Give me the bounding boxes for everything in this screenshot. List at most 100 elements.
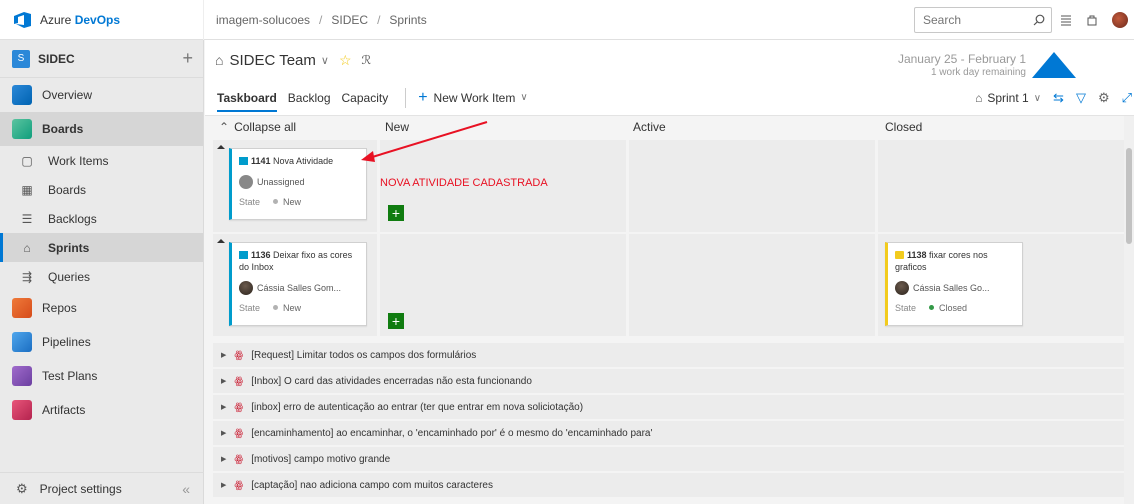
collapsed-lane-row[interactable]: ▶ ꙮ [inbox] erro de autenticação ao entrar… — [213, 395, 1127, 419]
card-state[interactable]: State Closed — [895, 303, 1015, 313]
sprint-icon: ⌂ — [215, 52, 224, 68]
favorite-star-icon[interactable]: ☆ — [339, 52, 352, 69]
sidebar-item-label: Work Items — [48, 153, 109, 168]
breadcrumb-project[interactable]: SIDEC — [331, 13, 368, 27]
search-icon[interactable] — [1033, 14, 1045, 26]
card-assignee[interactable]: Cássia Salles Go... — [895, 281, 1015, 295]
pipelines-icon — [12, 332, 32, 352]
work-item-card-1138[interactable]: 1138 fixar cores nos graficos Cássia Sal… — [885, 242, 1023, 326]
sidebar-item-label: Boards — [48, 182, 87, 197]
sidebar-item-sprints[interactable]: ⌂ Sprints — [0, 233, 203, 262]
sidebar-item-backlogs[interactable]: ☰ Backlogs — [0, 204, 203, 233]
project-badge: S — [12, 49, 30, 68]
column-header-closed: Closed — [885, 120, 923, 134]
collapsed-lane-row[interactable]: ▶ ꙮ [Request] Limitar todos os campos dos … — [213, 343, 1127, 367]
brand[interactable]: Azure DevOps — [0, 0, 204, 40]
list-icon[interactable] — [1060, 14, 1072, 26]
sidebar-item-boards-sub[interactable]: ▦ Boards — [0, 175, 203, 204]
search-input[interactable] — [923, 12, 1023, 27]
azure-devops-logo-icon — [14, 11, 31, 28]
tab-capacity[interactable]: Capacity — [342, 80, 389, 116]
add-task-button[interactable]: + — [388, 205, 404, 221]
sidebar-item-queries[interactable]: ⇶ Queries — [0, 262, 203, 291]
artifacts-icon — [12, 400, 32, 420]
lane-1-closed-cell — [878, 140, 1124, 232]
bug-icon: ꙮ — [234, 375, 244, 387]
collapse-sidebar-icon[interactable]: « — [182, 481, 190, 497]
tab-backlog[interactable]: Backlog — [288, 80, 331, 116]
overview-icon — [12, 85, 32, 105]
sidebar-item-repos[interactable]: Repos — [0, 291, 203, 325]
sidebar-item-label: Repos — [42, 301, 77, 315]
team-name[interactable]: SIDEC Team — [229, 52, 315, 69]
sidebar-item-label: Sprints — [48, 240, 90, 255]
card-assignee[interactable]: Cássia Salles Gom... — [239, 281, 359, 295]
sidebar-item-artifacts[interactable]: Artifacts — [0, 393, 203, 427]
sidebar-item-pipelines[interactable]: Pipelines — [0, 325, 203, 359]
state-new-dot-icon — [273, 199, 278, 204]
expand-icon: ▶ — [221, 352, 227, 359]
collapsed-lane-row[interactable]: ▶ ꙮ [encaminhamento] ao encaminhar, o 'enc… — [213, 421, 1127, 445]
project-settings[interactable]: ⚙ Project settings « — [0, 472, 204, 504]
sidebar-item-test-plans[interactable]: Test Plans — [0, 359, 203, 393]
expand-icon: ▶ — [221, 456, 227, 463]
card-state[interactable]: State New — [239, 303, 359, 313]
breadcrumb-page[interactable]: Sprints — [389, 13, 426, 27]
sidebar-item-label: Boards — [42, 122, 84, 136]
search-box[interactable] — [914, 6, 1052, 33]
collapse-all-button[interactable]: ⌃ Collapse all — [219, 116, 296, 138]
brand-text: Azure DevOps — [40, 12, 121, 27]
sprint-picker[interactable]: ⌂ Sprint 1 ∨ — [975, 91, 1041, 105]
sidebar-item-label: Test Plans — [42, 369, 98, 383]
work-item-card-1141[interactable]: 1141 Nova Atividade Unassigned State New — [229, 148, 367, 220]
lane-2-new-cell — [380, 234, 626, 336]
card-title: 1136 Deixar fixo as cores do Inbox — [239, 250, 353, 272]
tabs-row: Taskboard Backlog Capacity + New Work It… — [205, 80, 1134, 116]
queries-icon: ⇶ — [21, 269, 33, 284]
add-task-button[interactable]: + — [388, 313, 404, 329]
sidebar-item-label: Overview — [42, 88, 93, 102]
work-item-card-1136[interactable]: 1136 Deixar fixo as cores do Inbox Cássi… — [229, 242, 367, 326]
lane-1-active-cell — [629, 140, 875, 232]
test-plans-icon — [12, 366, 32, 386]
add-icon[interactable]: + — [182, 48, 193, 69]
expand-lane-icon[interactable] — [217, 239, 225, 243]
collapse-all-label: Collapse all — [234, 120, 297, 134]
scrollbar-thumb[interactable] — [1126, 148, 1132, 244]
burndown-chart-icon[interactable] — [1032, 52, 1076, 78]
user-avatar[interactable] — [1112, 11, 1128, 28]
sidebar-item-overview[interactable]: Overview — [0, 78, 203, 112]
collapsed-lane-row[interactable]: ▶ ꙮ [motivos] campo motivo grande — [213, 447, 1127, 471]
collapsed-lane-row[interactable]: ▶ ꙮ [captação] nao adiciona campo com muit… — [213, 473, 1127, 497]
sidebar-item-boards[interactable]: Boards — [0, 112, 203, 146]
sidebar: S SIDEC + Overview Boards ▢ Work Items ▦… — [0, 40, 204, 504]
filter-icon[interactable]: ▽ — [1076, 90, 1086, 106]
shopping-bag-icon[interactable] — [1086, 14, 1098, 26]
view-options-icon[interactable]: ⇆ — [1053, 90, 1064, 106]
card-state[interactable]: State New — [239, 197, 359, 207]
breadcrumb-org[interactable]: imagem-solucoes — [216, 13, 310, 27]
chevron-down-icon[interactable]: ∨ — [321, 54, 329, 67]
board-grid-icon: ▦ — [21, 182, 33, 197]
tab-taskboard[interactable]: Taskboard — [217, 80, 277, 116]
expand-icon: ▶ — [221, 482, 227, 489]
sidebar-item-work-items[interactable]: ▢ Work Items — [0, 146, 203, 175]
vertical-scrollbar[interactable] — [1124, 116, 1134, 504]
user-avatar — [895, 281, 909, 295]
unassigned-avatar-icon — [239, 175, 253, 189]
sprint-picker-label: Sprint 1 — [987, 91, 1029, 105]
expand-lane-icon[interactable] — [217, 145, 225, 149]
top-icons — [1060, 11, 1134, 28]
settings-gear-icon[interactable]: ⚙ — [1098, 90, 1110, 106]
sprint-icon: ⌂ — [975, 91, 983, 105]
bug-icon: ꙮ — [234, 453, 244, 465]
card-assignee[interactable]: Unassigned — [239, 175, 359, 189]
column-header-active: Active — [633, 120, 666, 134]
work-items-icon: ▢ — [21, 153, 33, 168]
new-work-item-button[interactable]: + New Work Item ∨ — [418, 89, 527, 107]
fullscreen-icon[interactable]: ⤢ — [1122, 90, 1132, 106]
main-content: ⌂ SIDEC Team ∨ ☆ ℛ January 25 - February… — [205, 40, 1134, 504]
team-members-icon[interactable]: ℛ — [362, 53, 372, 67]
project-header[interactable]: S SIDEC + — [0, 40, 203, 78]
collapsed-lane-row[interactable]: ▶ ꙮ [Inbox] O card das atividades encerrad… — [213, 369, 1127, 393]
